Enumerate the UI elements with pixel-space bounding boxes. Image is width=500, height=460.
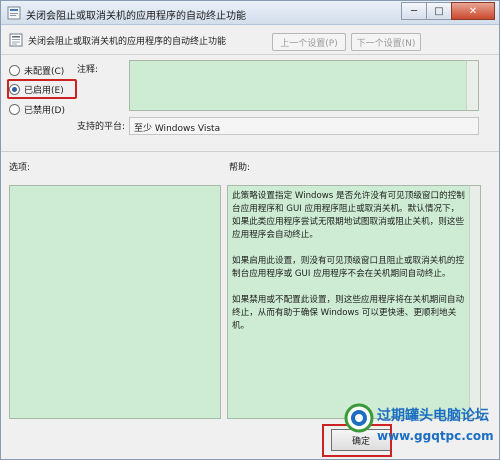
- policy-title: 关闭会阻止或取消关机的应用程序的自动终止功能: [28, 37, 227, 47]
- previous-setting-button[interactable]: 上一个设置(P): [272, 33, 346, 51]
- radio-label: 已禁用(D): [24, 105, 65, 116]
- help-paragraph: 如果启用此设置，则没有可见顶级窗口且阻止或取消关机的控制台应用程序或 GUI 应…: [232, 256, 465, 279]
- radio-dot[interactable]: [9, 103, 20, 115]
- header-divider: [1, 54, 499, 55]
- policy-app-icon: [7, 6, 21, 20]
- title-bar[interactable]: 关闭会阻止或取消关机的应用程序的自动终止功能 ─ □ ✕: [1, 1, 499, 25]
- comment-label: 注释:: [77, 65, 99, 75]
- policy-setting-icon: [9, 33, 23, 47]
- watermark-title: 过期罐头电脑论坛: [377, 408, 489, 424]
- help-scrollbar[interactable]: [469, 186, 480, 418]
- radio-disabled[interactable]: 已禁用(D): [9, 101, 65, 117]
- policy-dialog: 关闭会阻止或取消关机的应用程序的自动终止功能 ─ □ ✕ 关闭会阻止或取消关机的…: [0, 0, 500, 460]
- comment-scrollbar[interactable]: [466, 61, 478, 110]
- radio-not-configured[interactable]: 未配置(C): [9, 62, 64, 78]
- forum-watermark: 过期罐头电脑论坛 www.ggqtpc.com: [344, 399, 494, 457]
- radio-dot[interactable]: [9, 64, 20, 76]
- watermark-url: www.ggqtpc.com: [377, 429, 494, 443]
- supported-platform-label: 支持的平台:: [77, 122, 126, 132]
- minimize-button[interactable]: ─: [401, 2, 427, 20]
- options-pane: [9, 185, 221, 419]
- comment-textarea[interactable]: [129, 60, 479, 111]
- options-label: 选项:: [9, 163, 31, 173]
- help-label: 帮助:: [229, 163, 251, 173]
- forum-logo-icon: [344, 403, 374, 433]
- window-title: 关闭会阻止或取消关机的应用程序的自动终止功能: [26, 11, 246, 22]
- window-controls: ─ □ ✕: [401, 2, 495, 20]
- enabled-highlight-box: [7, 79, 77, 99]
- policy-header: 关闭会阻止或取消关机的应用程序的自动终止功能 上一个设置(P) 下一个设置(N): [1, 26, 499, 54]
- supported-platform-value: 至少 Windows Vista: [129, 117, 479, 135]
- next-setting-button[interactable]: 下一个设置(N): [351, 33, 421, 51]
- help-pane: 此策略设置指定 Windows 是否允许没有可见顶级窗口的控制台应用程序和 GU…: [227, 185, 481, 419]
- help-paragraph: 如果禁用或不配置此设置，则这些应用程序将在关机期间自动终止，从而有助于确保 Wi…: [232, 295, 465, 331]
- help-paragraph: 此策略设置指定 Windows 是否允许没有可见顶级窗口的控制台应用程序和 GU…: [232, 191, 465, 240]
- section-divider: [1, 151, 499, 152]
- maximize-button[interactable]: □: [426, 2, 452, 20]
- radio-label: 未配置(C): [24, 66, 65, 77]
- close-button[interactable]: ✕: [451, 2, 495, 20]
